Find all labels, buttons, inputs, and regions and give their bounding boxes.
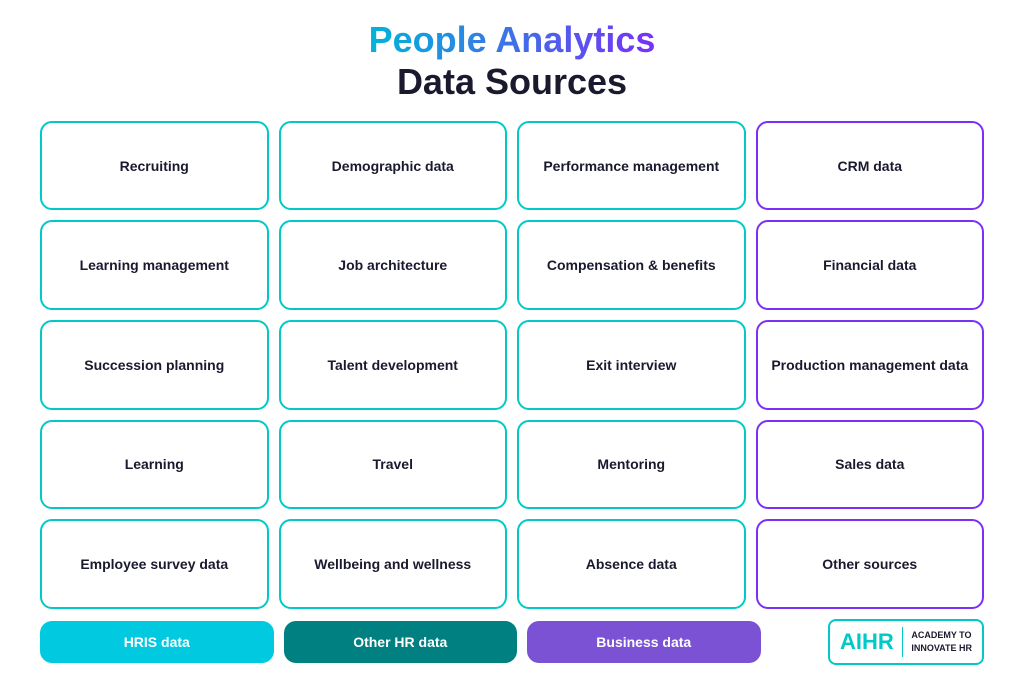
grid-cell-r1-c1: Job architecture xyxy=(279,220,508,310)
other-hr-card: Other HR data xyxy=(284,621,518,663)
data-sources-grid: RecruitingDemographic dataPerformance ma… xyxy=(40,121,984,609)
grid-cell-r4-c3: Other sources xyxy=(756,519,985,609)
grid-cell-r0-c0: Recruiting xyxy=(40,121,269,211)
grid-cell-r4-c2: Absence data xyxy=(517,519,746,609)
grid-cell-r0-c1: Demographic data xyxy=(279,121,508,211)
title-line2: Data Sources xyxy=(369,60,656,103)
grid-cell-r3-c2: Mentoring xyxy=(517,420,746,510)
grid-cell-r4-c1: Wellbeing and wellness xyxy=(279,519,508,609)
grid-cell-r4-c0: Employee survey data xyxy=(40,519,269,609)
grid-cell-r0-c3: CRM data xyxy=(756,121,985,211)
business-card: Business data xyxy=(527,621,761,663)
grid-cell-r2-c0: Succession planning xyxy=(40,320,269,410)
title-line1: People Analytics xyxy=(369,20,656,60)
grid-cell-r2-c1: Talent development xyxy=(279,320,508,410)
grid-cell-r0-c2: Performance management xyxy=(517,121,746,211)
grid-cell-r2-c3: Production management data xyxy=(756,320,985,410)
grid-cell-r3-c0: Learning xyxy=(40,420,269,510)
logo-divider xyxy=(902,627,904,657)
hris-card: HRIS data xyxy=(40,621,274,663)
bottom-row: HRIS data Other HR data Business data AI… xyxy=(40,619,984,665)
logo-container: AIHR ACADEMY TOINNOVATE HR xyxy=(771,619,985,665)
grid-cell-r3-c3: Sales data xyxy=(756,420,985,510)
grid-cell-r2-c2: Exit interview xyxy=(517,320,746,410)
grid-cell-r1-c0: Learning management xyxy=(40,220,269,310)
aihr-brand: AIHR xyxy=(840,629,894,655)
title-section: People Analytics Data Sources xyxy=(369,20,656,103)
grid-cell-r1-c3: Financial data xyxy=(756,220,985,310)
aihr-tagline: ACADEMY TOINNOVATE HR xyxy=(911,629,972,654)
grid-cell-r1-c2: Compensation & benefits xyxy=(517,220,746,310)
aihr-logo: AIHR ACADEMY TOINNOVATE HR xyxy=(828,619,984,665)
grid-cell-r3-c1: Travel xyxy=(279,420,508,510)
